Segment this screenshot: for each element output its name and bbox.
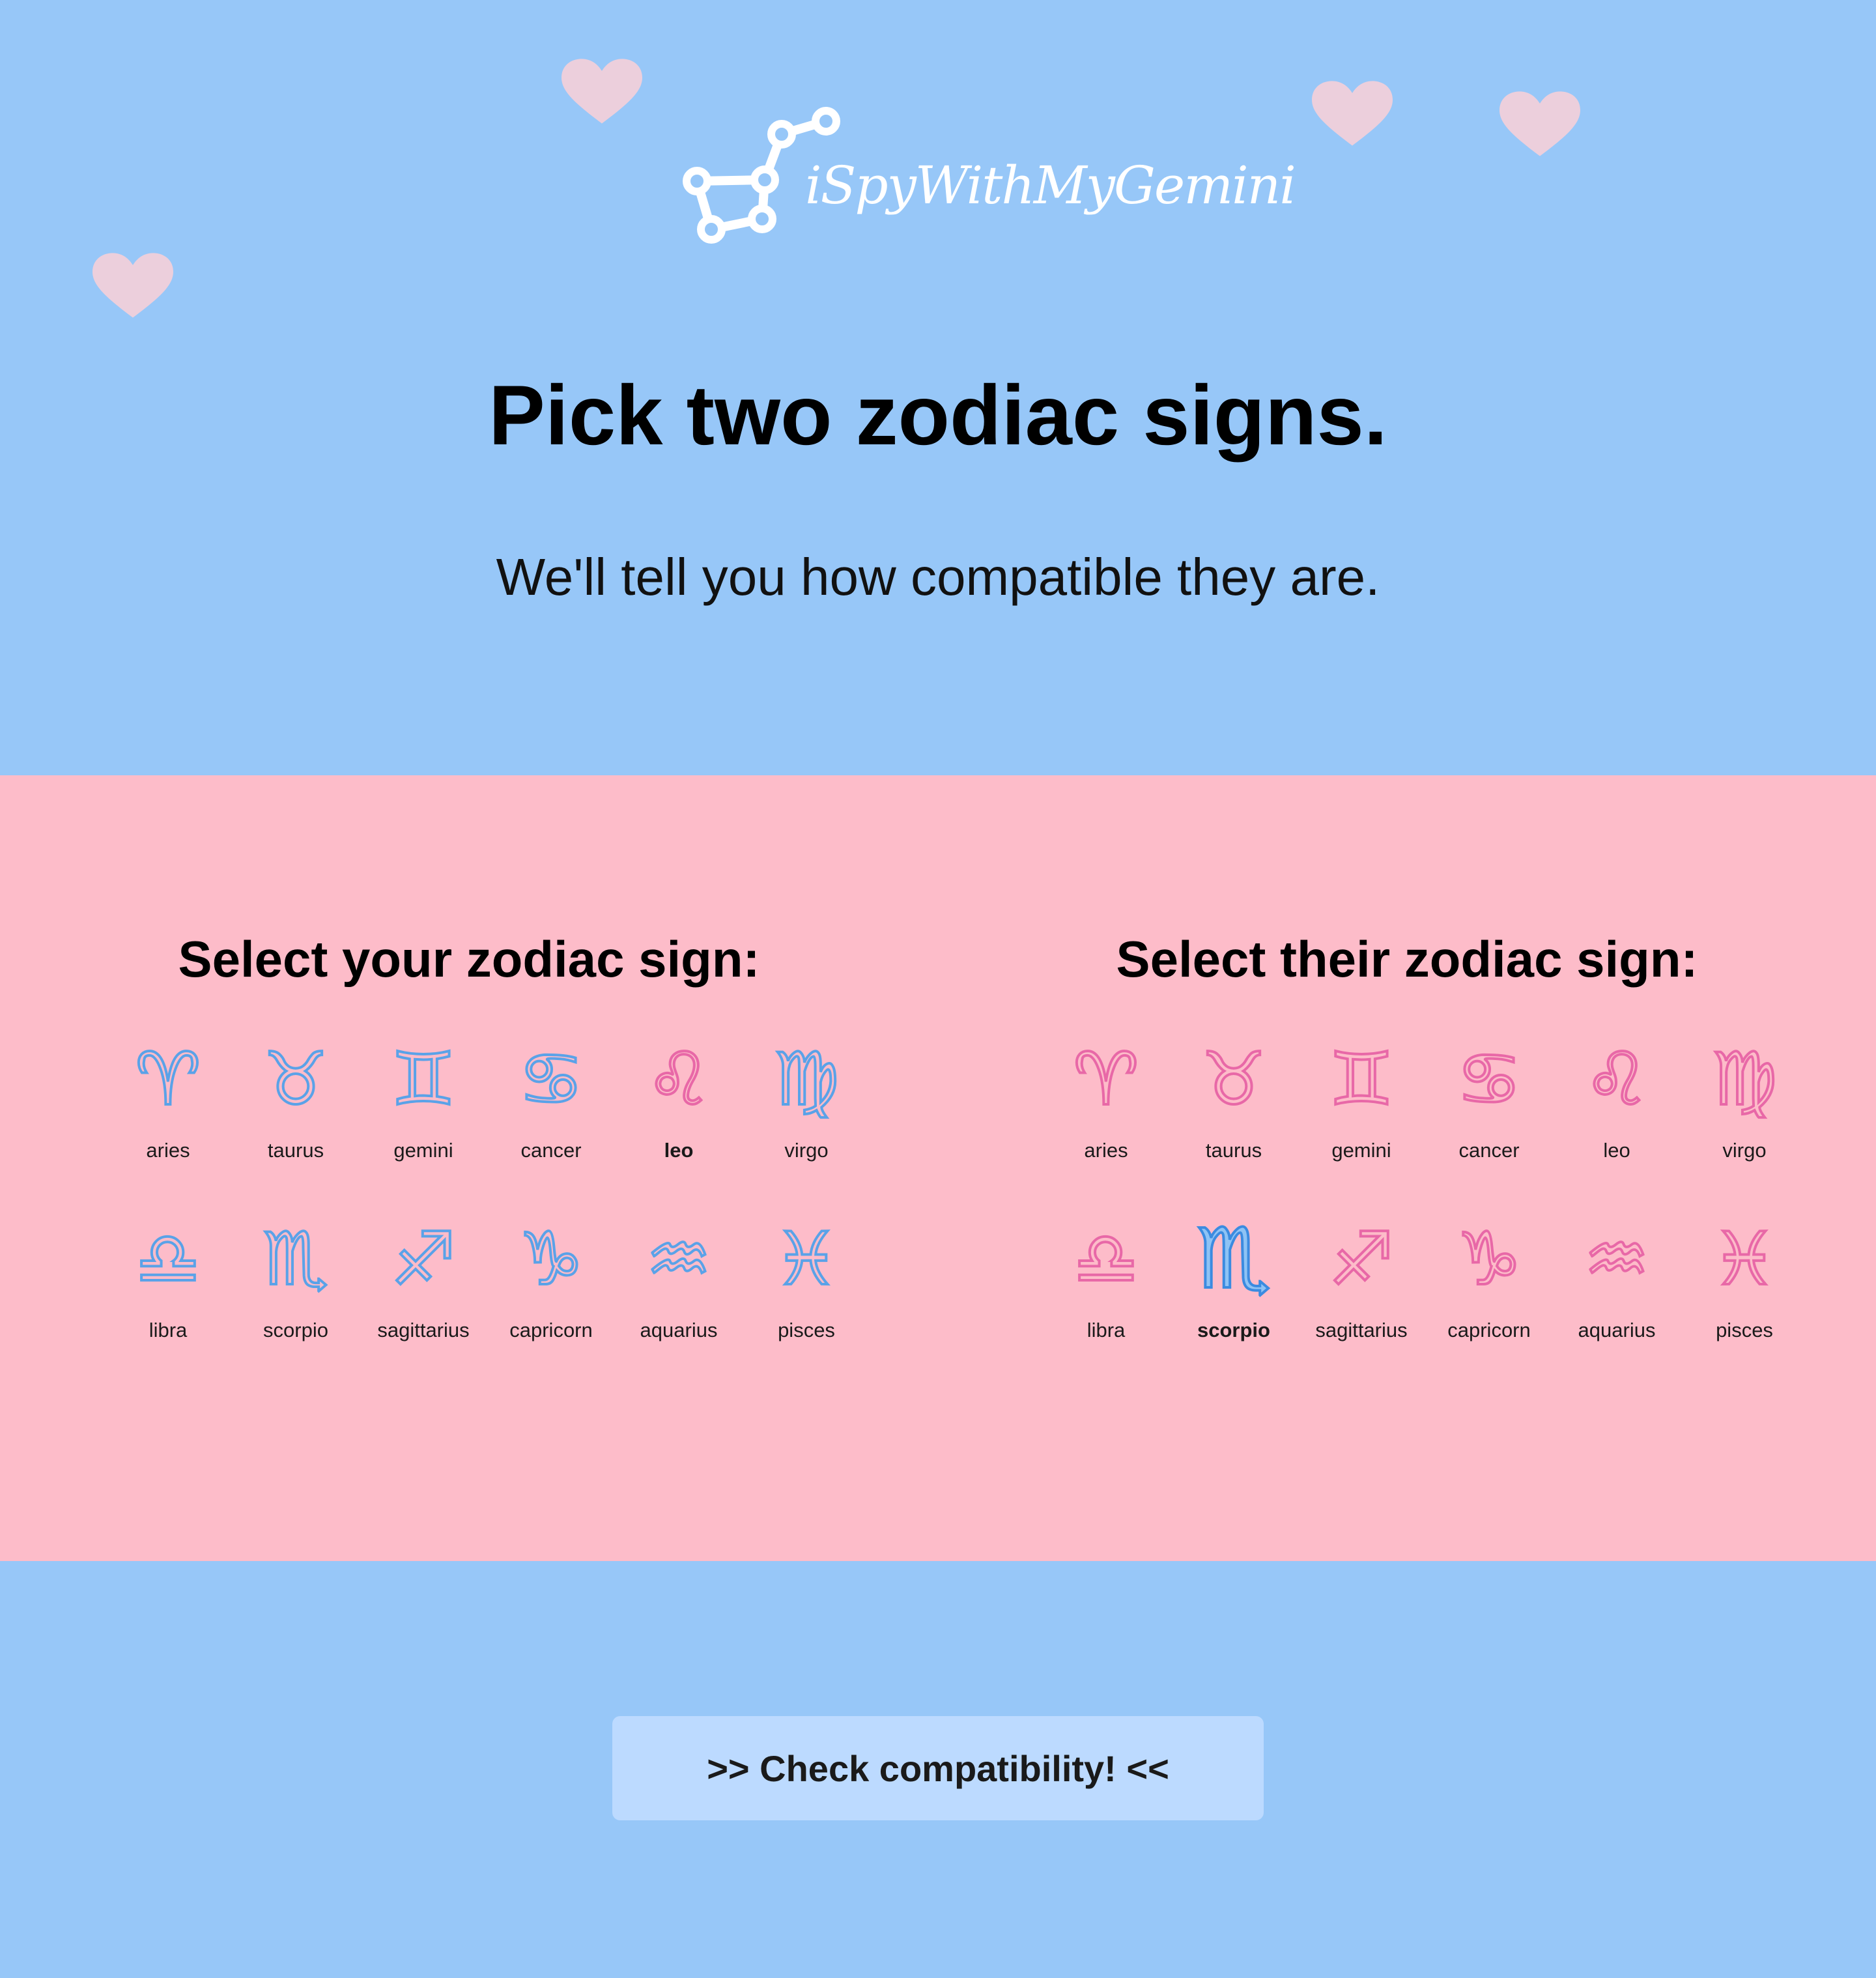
their-sign-gemini[interactable]: ♊︎ gemini (1298, 1036, 1425, 1217)
heart-icon (561, 59, 642, 126)
your-sign-gemini[interactable]: ♊︎ gemini (360, 1036, 487, 1217)
sagittarius-icon: ♐︎ (1328, 1216, 1395, 1303)
their-sign-aquarius[interactable]: ♒︎ aquarius (1553, 1216, 1681, 1397)
their-sign-leo[interactable]: ♌︎ leo (1553, 1036, 1681, 1217)
their-sign-cancer[interactable]: ♋︎ cancer (1425, 1036, 1553, 1217)
your-sign-scorpio[interactable]: ♏︎ scorpio (232, 1216, 360, 1397)
libra-icon: ♎︎ (1072, 1216, 1140, 1303)
brand-name: iSpyWithMyGemini (805, 155, 1296, 216)
their-sign-capricorn[interactable]: ♑︎ capricorn (1425, 1216, 1553, 1397)
libra-icon: ♎︎ (134, 1216, 202, 1303)
sign-label: pisces (1716, 1319, 1773, 1341)
sign-label: aquarius (640, 1319, 718, 1341)
virgo-icon: ♍︎ (773, 1036, 840, 1123)
taurus-icon: ♉︎ (262, 1036, 330, 1123)
sign-label: sagittarius (1315, 1319, 1408, 1341)
sign-label: taurus (1205, 1139, 1262, 1162)
their-sign-scorpio[interactable]: ♏︎ scorpio (1170, 1211, 1298, 1397)
their-sign-taurus[interactable]: ♉︎ taurus (1170, 1036, 1298, 1217)
picker-section: Select your zodiac sign: ♈︎ aries ♉︎ taurus… (0, 775, 1876, 1561)
your-sign-virgo[interactable]: ♍︎ virgo (743, 1036, 870, 1217)
their-sign-libra[interactable]: ♎︎ libra (1042, 1216, 1170, 1397)
sign-label: aries (1084, 1139, 1128, 1162)
sign-label: libra (1087, 1319, 1126, 1341)
cancer-icon: ♋︎ (517, 1036, 585, 1123)
your-sign-grid: ♈︎ aries ♉︎ taurus ♊︎ gemini ♋︎ cancer ♌︎ leo ♍︎ vi… (104, 1036, 886, 1397)
your-sign-aries[interactable]: ♈︎ aries (104, 1036, 232, 1217)
sign-label: aquarius (1578, 1319, 1656, 1341)
sign-label: cancer (520, 1139, 582, 1162)
your-sign-cancer[interactable]: ♋︎ cancer (487, 1036, 615, 1217)
check-compatibility-button[interactable]: >> Check compatibility! << (612, 1716, 1264, 1820)
sign-label: virgo (1722, 1139, 1767, 1162)
capricorn-icon: ♑︎ (517, 1216, 585, 1303)
sign-label: gemini (393, 1139, 453, 1162)
sign-label: scorpio (263, 1319, 328, 1341)
heart-icon (1312, 81, 1393, 149)
aquarius-icon: ♒︎ (645, 1216, 713, 1303)
cancer-icon: ♋︎ (1455, 1036, 1523, 1123)
scorpio-icon: ♏︎ (1195, 1211, 1273, 1308)
sign-label: cancer (1458, 1139, 1520, 1162)
their-sign-picker: Select their zodiac sign: ♈︎ aries ♉︎ tauru… (1042, 926, 1824, 1341)
cta-container: >> Check compatibility! << (612, 1716, 1264, 1820)
sign-label: leo (1603, 1139, 1630, 1162)
your-sign-sagittarius[interactable]: ♐︎ sagittarius (360, 1216, 487, 1397)
page-title: Pick two zodiac signs. (489, 367, 1387, 463)
your-sign-capricorn[interactable]: ♑︎ capricorn (487, 1216, 615, 1397)
your-sign-taurus[interactable]: ♉︎ taurus (232, 1036, 360, 1217)
their-sign-pisces[interactable]: ♓︎ pisces (1681, 1216, 1808, 1397)
sign-label: pisces (778, 1319, 835, 1341)
your-sign-libra[interactable]: ♎︎ libra (104, 1216, 232, 1397)
aries-icon: ♈︎ (1072, 1036, 1140, 1123)
page-subtitle: We'll tell you how compatible they are. (496, 548, 1380, 606)
your-sign-leo[interactable]: ♌︎ leo (615, 1036, 743, 1217)
sign-label: taurus (267, 1139, 324, 1162)
hero-section: iSpyWithMyGemini Pick two zodiac signs. … (0, 0, 1876, 775)
sign-label: capricorn (1447, 1319, 1531, 1341)
your-sign-picker: Select your zodiac sign: ♈︎ aries ♉︎ taurus… (104, 926, 886, 1341)
scorpio-icon: ♏︎ (262, 1216, 330, 1303)
sign-label: capricorn (509, 1319, 593, 1341)
sign-label: scorpio (1197, 1319, 1270, 1341)
pisces-icon: ♓︎ (1711, 1216, 1778, 1303)
aries-icon: ♈︎ (134, 1036, 202, 1123)
sign-label: leo (664, 1139, 694, 1162)
their-sign-grid: ♈︎ aries ♉︎ taurus ♊︎ gemini ♋︎ cancer ♌︎ leo ♍︎ vi… (1042, 1036, 1824, 1397)
sign-label: libra (149, 1319, 188, 1341)
heart-icon (92, 253, 173, 321)
aquarius-icon: ♒︎ (1583, 1216, 1651, 1303)
your-sign-pisces[interactable]: ♓︎ pisces (743, 1216, 870, 1397)
gemini-icon: ♊︎ (1328, 1036, 1395, 1123)
sagittarius-icon: ♐︎ (390, 1216, 457, 1303)
sign-label: virgo (784, 1139, 829, 1162)
leo-icon: ♌︎ (1583, 1036, 1651, 1123)
their-sign-virgo[interactable]: ♍︎ virgo (1681, 1036, 1808, 1217)
brand-logo[interactable]: iSpyWithMyGemini (677, 102, 1296, 258)
sign-label: gemini (1331, 1139, 1391, 1162)
heart-icon (1499, 91, 1580, 159)
sign-label: sagittarius (377, 1319, 470, 1341)
gemini-icon: ♊︎ (390, 1036, 457, 1123)
pisces-icon: ♓︎ (773, 1216, 840, 1303)
their-sign-heading: Select their zodiac sign: (1116, 930, 1698, 988)
virgo-icon: ♍︎ (1711, 1036, 1778, 1123)
their-sign-aries[interactable]: ♈︎ aries (1042, 1036, 1170, 1217)
your-sign-heading: Select your zodiac sign: (178, 930, 760, 988)
sign-label: aries (146, 1139, 190, 1162)
capricorn-icon: ♑︎ (1455, 1216, 1523, 1303)
their-sign-sagittarius[interactable]: ♐︎ sagittarius (1298, 1216, 1425, 1397)
your-sign-aquarius[interactable]: ♒︎ aquarius (615, 1216, 743, 1397)
taurus-icon: ♉︎ (1200, 1036, 1268, 1123)
leo-icon: ♌︎ (645, 1036, 713, 1123)
